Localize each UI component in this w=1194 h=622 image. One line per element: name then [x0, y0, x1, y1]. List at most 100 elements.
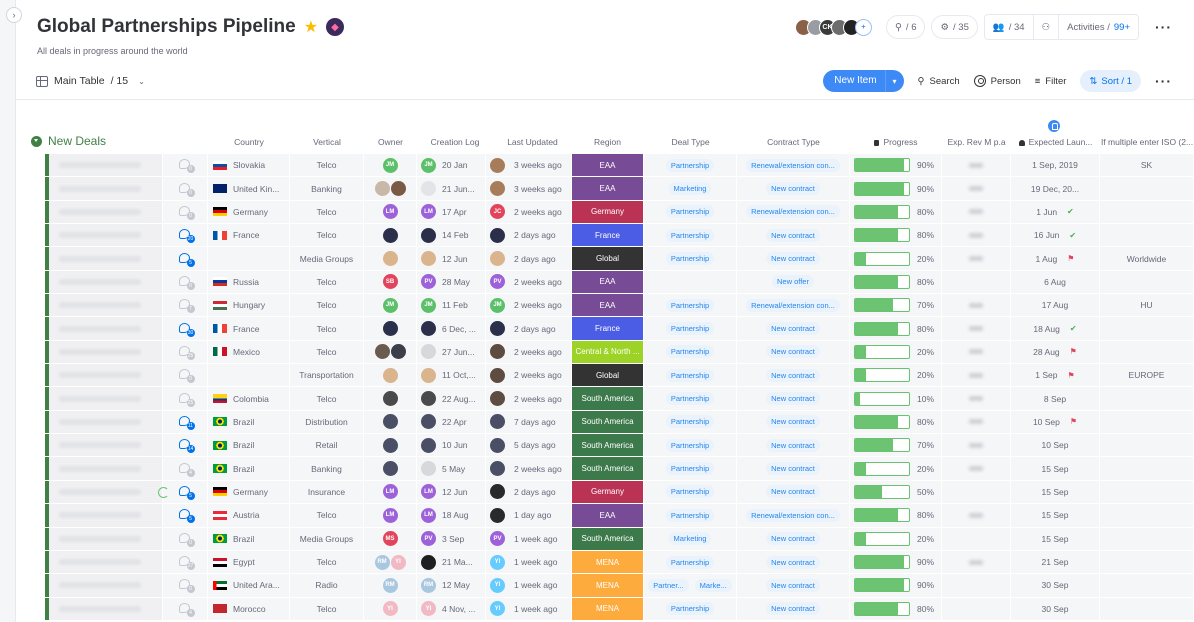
iso-cell[interactable]: [1100, 504, 1194, 527]
contract-type-tag[interactable]: New contract: [766, 182, 820, 196]
deal-type-tag[interactable]: Partnership: [665, 252, 715, 266]
country-cell[interactable]: United Kin...: [208, 177, 290, 200]
item-name-cell[interactable]: [49, 364, 163, 387]
iso-cell[interactable]: [1100, 224, 1194, 247]
column-header-deal-type[interactable]: Deal Type: [644, 137, 737, 147]
deal-type-cell[interactable]: Partnership: [644, 597, 737, 620]
contract-type-cell[interactable]: Renewal/extension con...: [737, 294, 850, 317]
owner-avatar[interactable]: [374, 344, 390, 360]
owner-cell[interactable]: [364, 410, 417, 434]
creator-avatar[interactable]: [421, 461, 436, 477]
deal-type-cell[interactable]: Partnership: [644, 504, 737, 527]
updates-cell[interactable]: 0: [163, 154, 208, 177]
updater-avatar[interactable]: [490, 157, 505, 173]
exp-revenue-cell[interactable]: [942, 224, 1011, 247]
activities-button[interactable]: Activities / 99+: [1059, 15, 1138, 39]
vertical-cell[interactable]: Retail: [290, 434, 364, 457]
deal-type-tag[interactable]: Partnership: [665, 158, 715, 172]
region-status-cell[interactable]: EAA: [572, 177, 643, 200]
deal-type-tag[interactable]: Partnership: [665, 485, 715, 499]
updates-cell[interactable]: 5: [163, 504, 208, 527]
country-cell[interactable]: Morocco: [208, 597, 290, 620]
country-cell[interactable]: Russia: [208, 270, 290, 294]
contract-type-tag[interactable]: New contract: [766, 368, 820, 382]
item-name-cell[interactable]: [49, 480, 163, 504]
iso-cell[interactable]: [1100, 340, 1194, 364]
updater-avatar[interactable]: PV: [490, 274, 505, 290]
group-title[interactable]: New Deals: [48, 134, 106, 148]
table-row[interactable]: 11 Brazil Distribution 22 Apr 7 days ago Sout…: [45, 410, 1194, 435]
iso-cell[interactable]: [1100, 434, 1194, 457]
creator-avatar[interactable]: [421, 181, 436, 197]
deal-type-cell[interactable]: Partnership: [644, 154, 737, 177]
owner-avatar[interactable]: LM: [382, 204, 398, 220]
deal-type-cell[interactable]: Marketing: [644, 177, 737, 200]
deal-type-cell[interactable]: Partnership: [644, 317, 737, 340]
deal-type-cell[interactable]: Partnership: [644, 434, 737, 457]
exp-revenue-cell[interactable]: [942, 200, 1011, 224]
iso-cell[interactable]: Worldwide: [1100, 247, 1194, 270]
table-row[interactable]: 25 Colombia Telco 22 Aug... 2 weeks ago South…: [45, 387, 1194, 411]
contract-type-tag[interactable]: New contract: [766, 602, 820, 616]
owner-cell[interactable]: JM: [364, 294, 417, 317]
updater-avatar[interactable]: PV: [490, 531, 505, 547]
integrations-button[interactable]: ⚲ / 6: [885, 15, 926, 39]
updates-bubble-icon[interactable]: 7: [178, 299, 195, 314]
iso-cell[interactable]: SK: [1100, 154, 1194, 177]
owner-avatar[interactable]: SB: [382, 274, 398, 290]
country-cell[interactable]: Egypt: [208, 550, 290, 574]
updates-cell[interactable]: 25: [163, 387, 208, 410]
updates-cell[interactable]: 7: [163, 294, 208, 317]
contract-type-cell[interactable]: New offer: [737, 270, 850, 294]
owner-avatar[interactable]: LM: [382, 484, 398, 500]
item-name-cell[interactable]: [49, 317, 163, 340]
exp-revenue-cell[interactable]: [942, 294, 1011, 317]
updater-avatar[interactable]: [490, 437, 505, 453]
contract-type-tag[interactable]: Renewal/extension con...: [746, 298, 840, 312]
deal-type-tag[interactable]: Partnership: [665, 462, 715, 476]
updates-cell[interactable]: 30: [163, 317, 208, 340]
updates-bubble-icon[interactable]: 0: [178, 532, 195, 547]
column-header-iso[interactable]: If multiple enter ISO (2...: [1100, 137, 1194, 147]
vertical-cell[interactable]: Telco: [290, 504, 364, 527]
contract-type-tag[interactable]: New offer: [772, 275, 814, 289]
updates-cell[interactable]: 20: [163, 224, 208, 247]
automations-button[interactable]: ⚙ / 35: [931, 15, 978, 39]
group-collapse-icon[interactable]: [31, 135, 42, 147]
toolbar-more-icon[interactable]: ···: [1155, 73, 1172, 89]
owner-cell[interactable]: LM: [364, 200, 417, 224]
deal-type-tag[interactable]: Partnership: [665, 555, 715, 569]
contract-type-cell[interactable]: Renewal/extension con...: [737, 504, 850, 527]
updater-avatar[interactable]: [490, 367, 505, 383]
contract-type-cell[interactable]: Renewal/extension con...: [737, 200, 850, 224]
vertical-cell[interactable]: Media Groups: [290, 247, 364, 270]
deal-type-tag[interactable]: Partnership: [665, 322, 715, 336]
owner-cell[interactable]: MS: [364, 527, 417, 550]
column-header-progress[interactable]: Progress: [850, 137, 942, 147]
owner-avatar[interactable]: YI: [382, 601, 398, 617]
country-cell[interactable]: [208, 364, 290, 387]
updater-avatar[interactable]: [490, 414, 505, 430]
updates-cell[interactable]: 0: [163, 527, 208, 550]
updates-bubble-icon[interactable]: 5: [178, 509, 195, 524]
exp-revenue-cell[interactable]: [942, 177, 1011, 200]
contract-type-cell[interactable]: New contract: [737, 527, 850, 550]
contract-type-cell[interactable]: New contract: [737, 574, 850, 597]
region-status-cell[interactable]: France: [572, 317, 643, 340]
creator-avatar[interactable]: [421, 321, 436, 337]
updates-bubble-icon[interactable]: 20: [178, 229, 195, 244]
deal-type-tag[interactable]: Partnership: [665, 228, 715, 242]
country-cell[interactable]: Austria: [208, 504, 290, 527]
column-header-vertical[interactable]: Vertical: [290, 137, 364, 147]
updater-avatar[interactable]: YI: [490, 577, 505, 593]
owner-cell[interactable]: [364, 317, 417, 340]
updater-avatar[interactable]: [490, 321, 505, 337]
expected-launch-cell[interactable]: 1 Jun ✔: [1011, 200, 1100, 224]
owner-avatar[interactable]: [390, 344, 406, 360]
board-members[interactable]: CK +: [794, 18, 872, 36]
deal-type-tag[interactable]: Marketing: [668, 182, 712, 196]
item-name-cell[interactable]: [49, 200, 163, 224]
owner-cell[interactable]: LM: [364, 480, 417, 504]
contract-type-cell[interactable]: Renewal/extension con...: [737, 154, 850, 177]
creator-avatar[interactable]: [421, 554, 436, 570]
